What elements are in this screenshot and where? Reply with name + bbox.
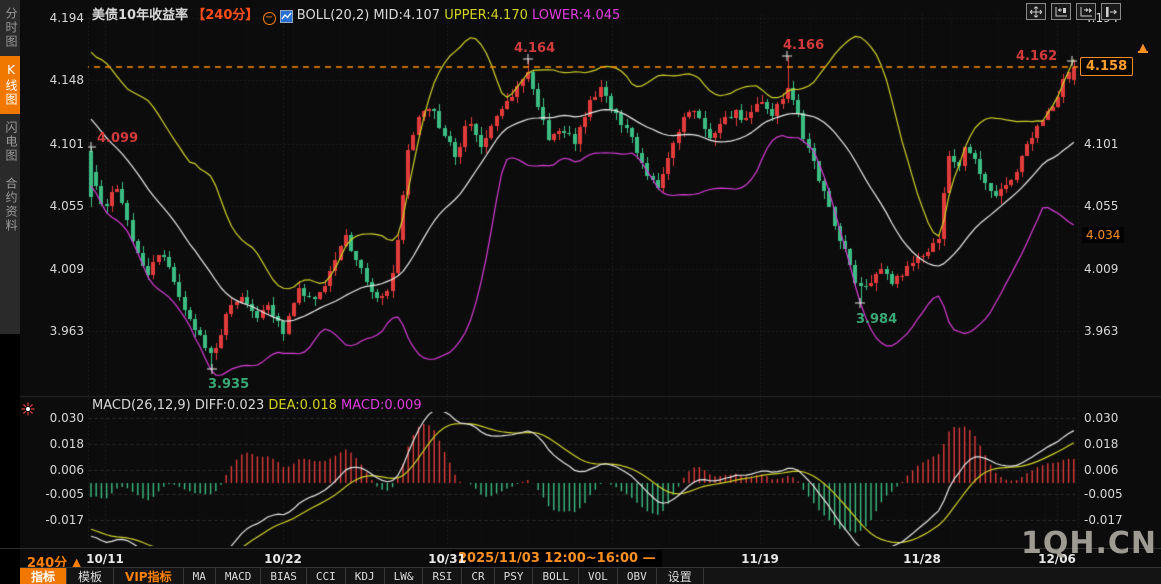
sidebar-tab-4[interactable]: 合约资料 <box>0 170 20 240</box>
toolbar-item-RSI[interactable]: RSI <box>423 568 462 584</box>
price-axis-label-right-4.101: 4.101 <box>1084 137 1118 151</box>
macd-header: MACD(26,12,9) DIFF:0.023 DEA:0.018 MACD:… <box>92 398 422 413</box>
time-tick-10/22: 10/22 <box>264 552 302 566</box>
toolbar-item-CCI[interactable]: CCI <box>307 568 346 584</box>
macd-axis-label-right-0.006: 0.006 <box>1084 463 1118 477</box>
macd-axis-label-left-0.018: 0.018 <box>18 437 84 451</box>
toolbar-item-VOL[interactable]: VOL <box>579 568 618 584</box>
sidebar-tab-2[interactable]: K线图 <box>0 56 20 114</box>
toolbar-item-指标[interactable]: 指标 <box>20 568 67 584</box>
boll-upper-label: UPPER:4.170 <box>444 8 528 23</box>
time-tick-11/28: 11/28 <box>903 552 941 566</box>
shift-right-icon[interactable] <box>1101 3 1121 20</box>
candlestick-chart-canvas[interactable] <box>0 0 1161 584</box>
toolbar-item-BIAS[interactable]: BIAS <box>261 568 307 584</box>
macd-axis-label-right--0.005: -0.005 <box>1084 487 1123 501</box>
extreme-label-4.164: 4.164 <box>514 41 555 56</box>
watermark: 1QH.CN <box>1021 526 1157 561</box>
price-axis-label-left-4.009: 4.009 <box>18 262 84 276</box>
time-tick-11/19: 11/19 <box>741 552 779 566</box>
period-tag: 【240分】 <box>192 8 258 23</box>
settlement-price-label: 4.034 <box>1082 227 1124 243</box>
instrument-title: 美债10年收益率 <box>92 8 188 23</box>
price-axis-label-left-3.963: 3.963 <box>18 324 84 338</box>
time-tick-10/31: 10/31 <box>428 552 466 566</box>
toolbar-item-BOLL[interactable]: BOLL <box>533 568 579 584</box>
macd-axis-label-left--0.017: -0.017 <box>18 513 84 527</box>
chart-window: 分时图K线图闪电图合约资料 美债10年收益率 【240分】 − BOLL(20,… <box>0 0 1161 584</box>
toolbar-item-LW&[interactable]: LW& <box>385 568 424 584</box>
macd-axis-label-left--0.005: -0.005 <box>18 487 84 501</box>
indicator-toolbar: 指标模板VIP指标MAMACDBIASCCIKDJLW&RSICRPSYBOLL… <box>20 567 1161 584</box>
macd-axis-label-left-0.006: 0.006 <box>18 463 84 477</box>
compress-axis-icon[interactable] <box>1051 3 1071 20</box>
price-axis-label-left-4.148: 4.148 <box>18 73 84 87</box>
macd-dea-label: DEA:0.018 <box>268 398 337 413</box>
left-sidebar: 分时图K线图闪电图合约资料 <box>0 0 20 584</box>
toolbar-item-MACD[interactable]: MACD <box>216 568 262 584</box>
toolbar-item-模板[interactable]: 模板 <box>67 568 114 584</box>
toolbar-item-KDJ[interactable]: KDJ <box>346 568 385 584</box>
toolbar-item-设置[interactable]: 设置 <box>657 568 704 584</box>
macd-value-label: MACD:0.009 <box>341 398 422 413</box>
current-price-box: 4.158 <box>1080 57 1133 76</box>
bar-time-tooltip: 2025/11/03 12:00~16:00 — <box>452 550 662 567</box>
time-tick-10/11: 10/11 <box>86 552 124 566</box>
price-axis-label-right-3.963: 3.963 <box>1084 324 1118 338</box>
pan-icon[interactable] <box>1026 3 1046 20</box>
toolbar-item-VIP指标[interactable]: VIP指标 <box>114 568 184 584</box>
mini-chart-icon[interactable] <box>280 10 293 25</box>
expand-axis-icon[interactable] <box>1076 3 1096 20</box>
price-axis-label-right-4.055: 4.055 <box>1084 199 1118 213</box>
sidebar-tab-3[interactable]: 闪电图 <box>0 114 20 170</box>
macd-diff-label: MACD(26,12,9) DIFF:0.023 <box>92 398 264 413</box>
extreme-label-3.984: 3.984 <box>856 312 897 327</box>
boll-mid-label: BOLL(20,2) MID:4.107 <box>297 8 440 23</box>
toolbar-item-CR[interactable]: CR <box>462 568 494 584</box>
chart-header: 美债10年收益率 【240分】 − BOLL(20,2) MID:4.107 U… <box>92 4 620 25</box>
toolbar-item-OBV[interactable]: OBV <box>618 568 657 584</box>
price-axis-label-left-4.101: 4.101 <box>18 137 84 151</box>
indicator-star-icon[interactable] <box>21 402 35 416</box>
extreme-label-4.166: 4.166 <box>783 38 824 53</box>
collapse-indicator-icon[interactable]: − <box>263 12 276 25</box>
price-axis-label-left-4.194: 4.194 <box>18 11 84 25</box>
extreme-label-4.162: 4.162 <box>1016 49 1057 64</box>
macd-axis-label-right-0.030: 0.030 <box>1084 411 1118 425</box>
time-axis: 240分 ▲ 2025/11/03 12:00~16:00 — 10/1110/… <box>0 548 1161 568</box>
macd-axis-label-right-0.018: 0.018 <box>1084 437 1118 451</box>
boll-lower-label: LOWER:4.045 <box>532 8 620 23</box>
toolbar-item-MA[interactable]: MA <box>184 568 216 584</box>
chart-mode-tabs: 分时图K线图闪电图合约资料 <box>0 0 20 334</box>
extreme-label-4.099: 4.099 <box>97 131 138 146</box>
price-axis-label-left-4.055: 4.055 <box>18 199 84 213</box>
chart-tool-icons <box>1026 3 1121 20</box>
toolbar-item-PSY[interactable]: PSY <box>495 568 534 584</box>
extreme-label-3.935: 3.935 <box>208 377 249 392</box>
sidebar-tab-1[interactable]: 分时图 <box>0 0 20 56</box>
price-up-arrow-icon: ▲ <box>1138 43 1148 53</box>
macd-axis-label-right--0.017: -0.017 <box>1084 513 1123 527</box>
price-axis-label-right-4.009: 4.009 <box>1084 262 1118 276</box>
